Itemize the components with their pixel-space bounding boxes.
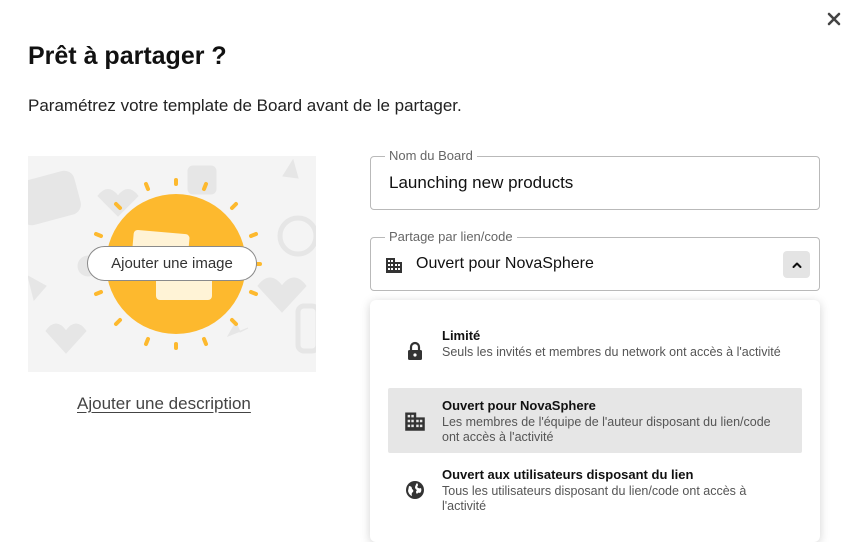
close-button[interactable] (824, 9, 844, 29)
option-title: Ouvert aux utilisateurs disposant du lie… (442, 467, 694, 482)
option-title: Limité (442, 328, 481, 343)
board-name-value[interactable]: Launching new products (389, 173, 573, 193)
board-name-label: Nom du Board (385, 148, 477, 164)
globe-icon (406, 481, 424, 499)
add-description-link[interactable]: Ajouter une description (77, 394, 251, 414)
collapse-button[interactable] (783, 251, 810, 278)
option-description: Tous les utilisateurs disposant du lien/… (442, 484, 747, 513)
chevron-up-icon (792, 262, 801, 268)
board-name-field[interactable]: Nom du Board Launching new products (370, 148, 820, 210)
modal-subtitle: Paramétrez votre template de Board avant… (28, 96, 462, 115)
building-icon (405, 412, 425, 431)
option-title: Ouvert pour NovaSphere (442, 398, 596, 413)
option-description: Les membres de l'équipe de l'auteur disp… (442, 415, 771, 444)
share-option-limited[interactable]: Limité Seuls les invités et membres du n… (388, 318, 802, 383)
board-image-placeholder[interactable]: Ajouter une image (28, 156, 316, 372)
add-image-button[interactable]: Ajouter une image (87, 246, 257, 281)
share-options-menu: Limité Seuls les invités et membres du n… (370, 300, 820, 542)
share-select-value: Ouvert pour NovaSphere (416, 255, 594, 272)
share-option-team[interactable]: Ouvert pour NovaSphere Les membres de l'… (388, 388, 802, 453)
close-icon (827, 12, 841, 26)
share-option-public-link[interactable]: Ouvert aux utilisateurs disposant du lie… (388, 457, 802, 522)
modal-title: Prêt à partager ? (28, 42, 227, 70)
lock-icon (408, 341, 422, 360)
share-select-label: Partage par lien/code (385, 229, 517, 245)
option-description: Seuls les invités et membres du network … (442, 345, 781, 359)
share-select[interactable]: Partage par lien/code Ouvert pour NovaSp… (370, 229, 820, 291)
building-icon (386, 258, 402, 273)
